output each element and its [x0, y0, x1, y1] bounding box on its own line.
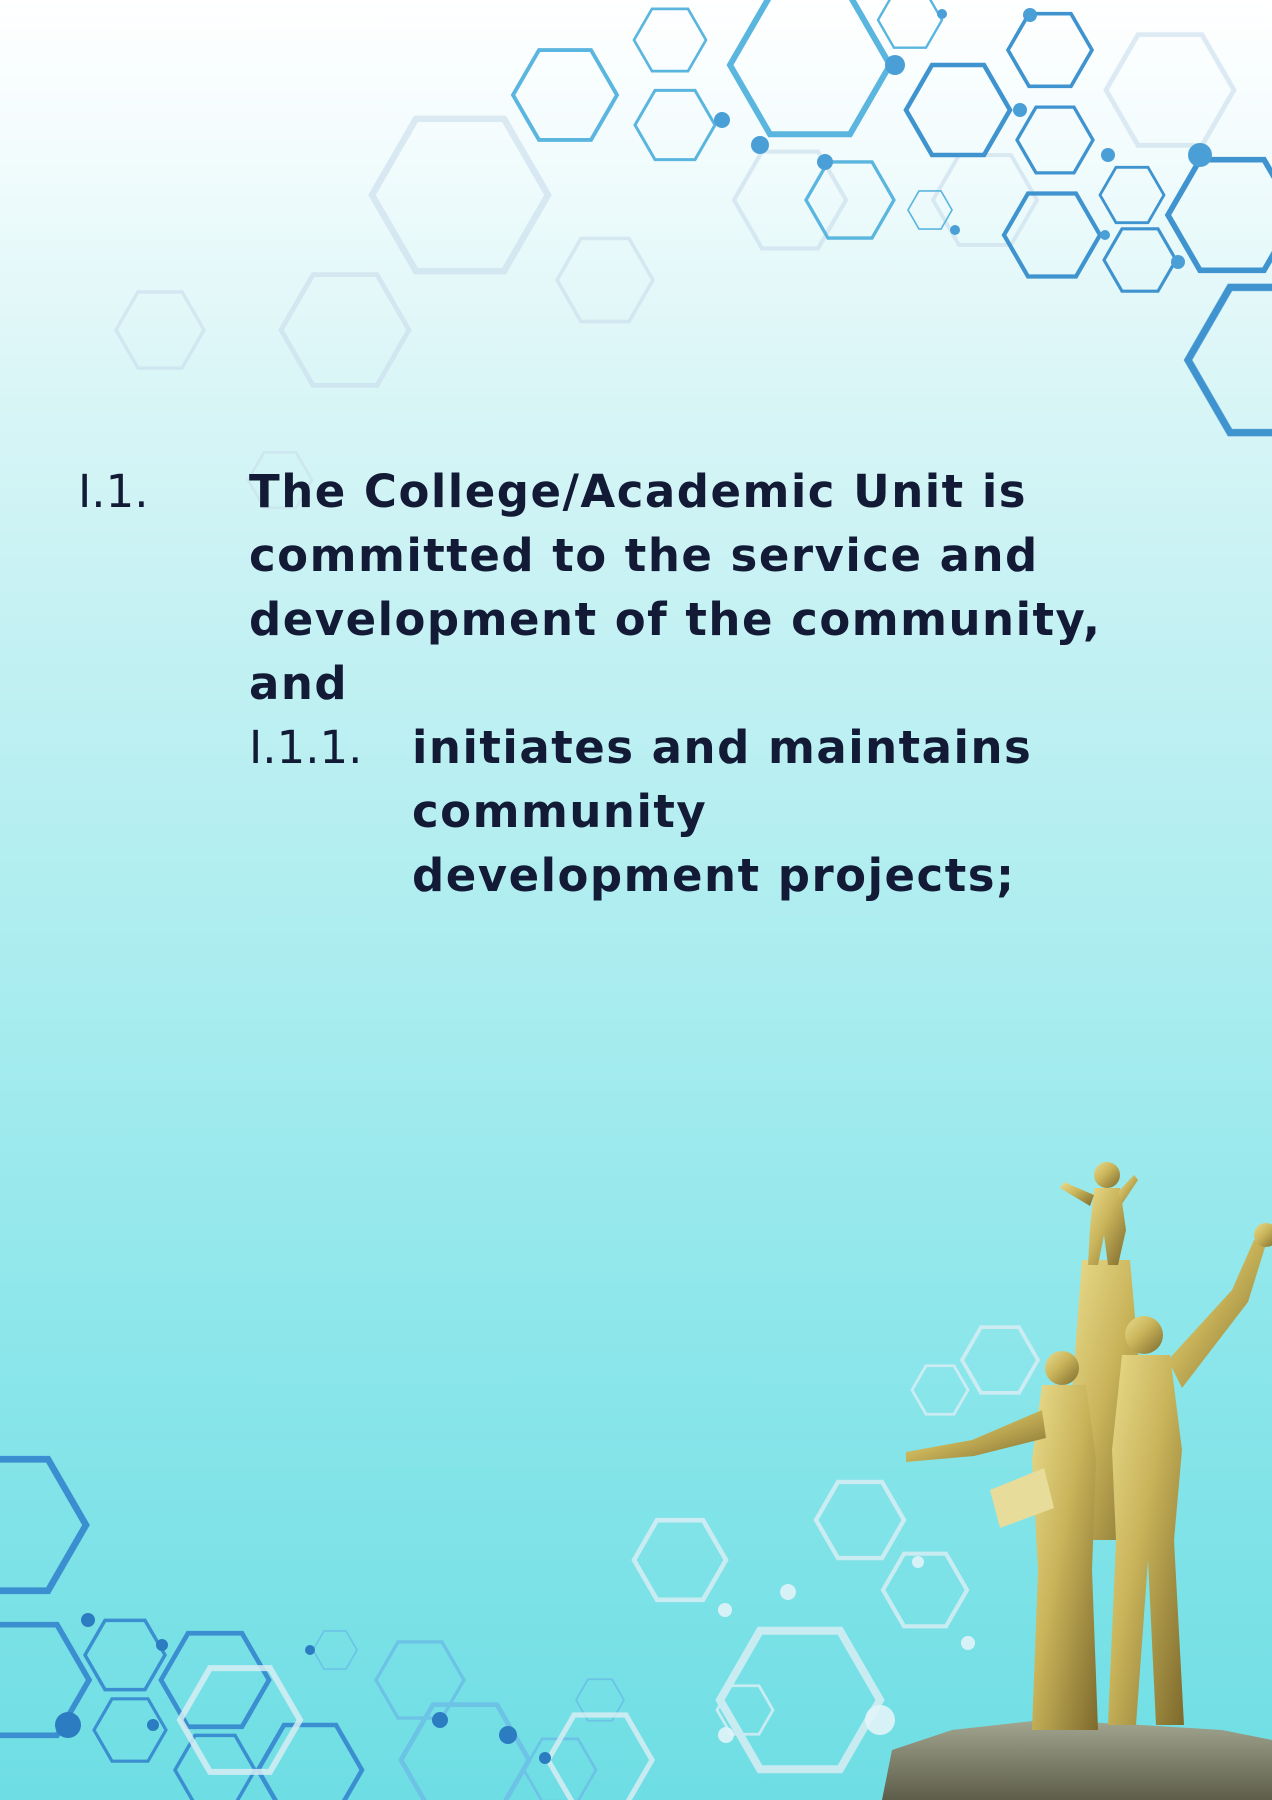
section-number: I.1.: [78, 465, 149, 518]
section-text: The College/Academic Unit is committed t…: [249, 465, 1102, 710]
subsection-number: I.1.1.: [249, 721, 363, 774]
subsection-text: initiates and maintains community develo…: [412, 721, 1033, 902]
document-body: I.1. The College/Academic Unit is commit…: [0, 0, 1272, 1800]
